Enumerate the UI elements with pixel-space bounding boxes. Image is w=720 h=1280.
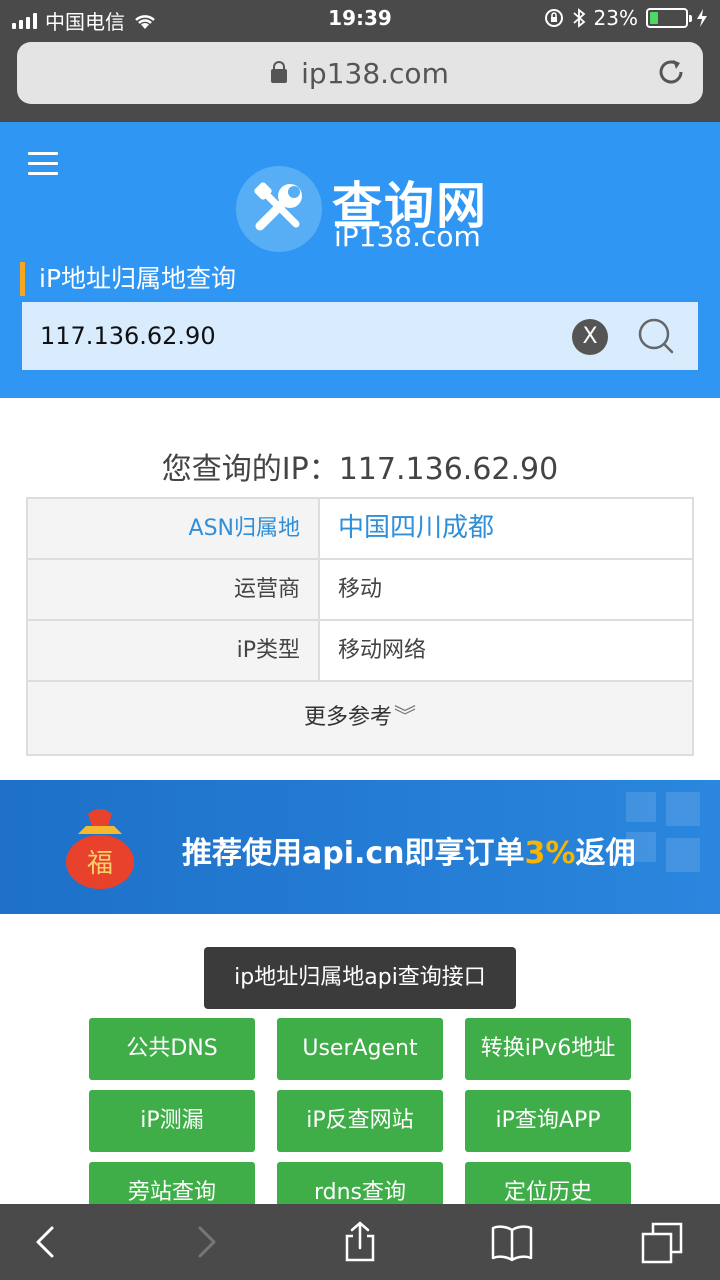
table-row: 运营商 移动 xyxy=(28,560,692,621)
logo-subtitle: iP138.com xyxy=(334,220,481,253)
back-arrow-icon[interactable] xyxy=(26,1220,70,1264)
table-row: ASN归属地 中国四川成都 xyxy=(28,499,692,560)
lock-icon xyxy=(271,61,288,83)
bag-char: 福 xyxy=(87,849,113,879)
search-input[interactable]: 117.136.62.90 xyxy=(40,322,216,350)
row-value: 移动 xyxy=(338,577,383,602)
browser-toolbar xyxy=(0,1204,720,1280)
bluetooth-icon xyxy=(572,8,585,28)
row-value: 移动网络 xyxy=(338,638,427,663)
battery-icon xyxy=(646,8,692,28)
ip-search-field[interactable]: 117.136.62.90 X xyxy=(22,302,698,370)
link-useragent[interactable]: UserAgent xyxy=(277,1018,443,1080)
logo-icon[interactable] xyxy=(236,166,322,252)
link-ip-leak[interactable]: iP测漏 xyxy=(89,1090,255,1152)
status-right: 23% xyxy=(544,6,708,30)
tabs-icon[interactable] xyxy=(640,1220,684,1264)
banner-text-prefix: 推荐使用api.cn即享订单 xyxy=(182,836,525,871)
promo-banner[interactable]: 福 推荐使用api.cn即享订单3%返佣 xyxy=(0,780,720,914)
battery-percent: 23% xyxy=(593,6,638,30)
link-ipv6-convert[interactable]: 转换iPv6地址 xyxy=(465,1018,631,1080)
decor-square xyxy=(626,792,656,822)
link-ip-app[interactable]: iP查询APP xyxy=(465,1090,631,1152)
search-icon[interactable] xyxy=(636,316,676,356)
row-value[interactable]: 中国四川成都 xyxy=(320,499,692,558)
site-header: 查询网 iP138.com iP地址归属地查询 117.136.62.90 X xyxy=(0,122,720,398)
bookmarks-icon[interactable] xyxy=(490,1220,534,1264)
clear-button[interactable]: X xyxy=(572,319,608,355)
section-label: iP地址归属地查询 xyxy=(20,262,236,296)
charging-bolt-icon xyxy=(697,9,707,27)
forward-arrow-icon[interactable] xyxy=(184,1220,228,1264)
reload-icon[interactable] xyxy=(655,56,687,88)
more-label: 更多参考 xyxy=(303,705,392,730)
row-key: iP类型 xyxy=(28,621,320,680)
status-bar: 中国电信 19:39 23% xyxy=(0,0,720,36)
row-key: 运营商 xyxy=(28,560,320,619)
link-reverse-ip[interactable]: iP反查网站 xyxy=(277,1090,443,1152)
wrench-screwdriver-icon xyxy=(254,182,302,231)
link-public-dns[interactable]: 公共DNS xyxy=(89,1018,255,1080)
browser-chrome: 中国电信 19:39 23% ip138.com xyxy=(0,0,720,122)
banner-text: 推荐使用api.cn即享订单3%返佣 xyxy=(182,828,635,872)
battery-fill xyxy=(650,12,658,24)
decor-square xyxy=(666,838,700,872)
lucky-bag-icon: 福 xyxy=(66,809,134,889)
result-table: ASN归属地 中国四川成都 运营商 移动 iP类型 移动网络 更多参考︾ xyxy=(26,497,694,756)
result-title: 您查询的IP：117.136.62.90 xyxy=(161,452,559,487)
orientation-lock-icon xyxy=(544,9,563,27)
decor-square xyxy=(666,792,700,826)
table-row: iP类型 移动网络 xyxy=(28,621,692,682)
address-bar[interactable]: ip138.com xyxy=(17,42,703,104)
row-key: ASN归属地 xyxy=(28,499,320,558)
more-reference-button[interactable]: 更多参考︾ xyxy=(28,682,692,754)
url-display[interactable]: ip138.com xyxy=(17,57,703,90)
share-icon[interactable] xyxy=(338,1220,382,1264)
api-query-link[interactable]: ip地址归属地api查询接口 xyxy=(204,947,516,1009)
menu-icon[interactable] xyxy=(28,152,58,176)
banner-text-suffix: 返佣 xyxy=(575,836,636,871)
banner-text-pct: 3% xyxy=(524,836,576,871)
tools-grid: 公共DNS UserAgent 转换iPv6地址 iP测漏 iP反查网站 iP查… xyxy=(89,1018,631,1224)
url-text: ip138.com xyxy=(301,57,449,90)
double-chevron-down-icon: ︾ xyxy=(394,705,417,730)
